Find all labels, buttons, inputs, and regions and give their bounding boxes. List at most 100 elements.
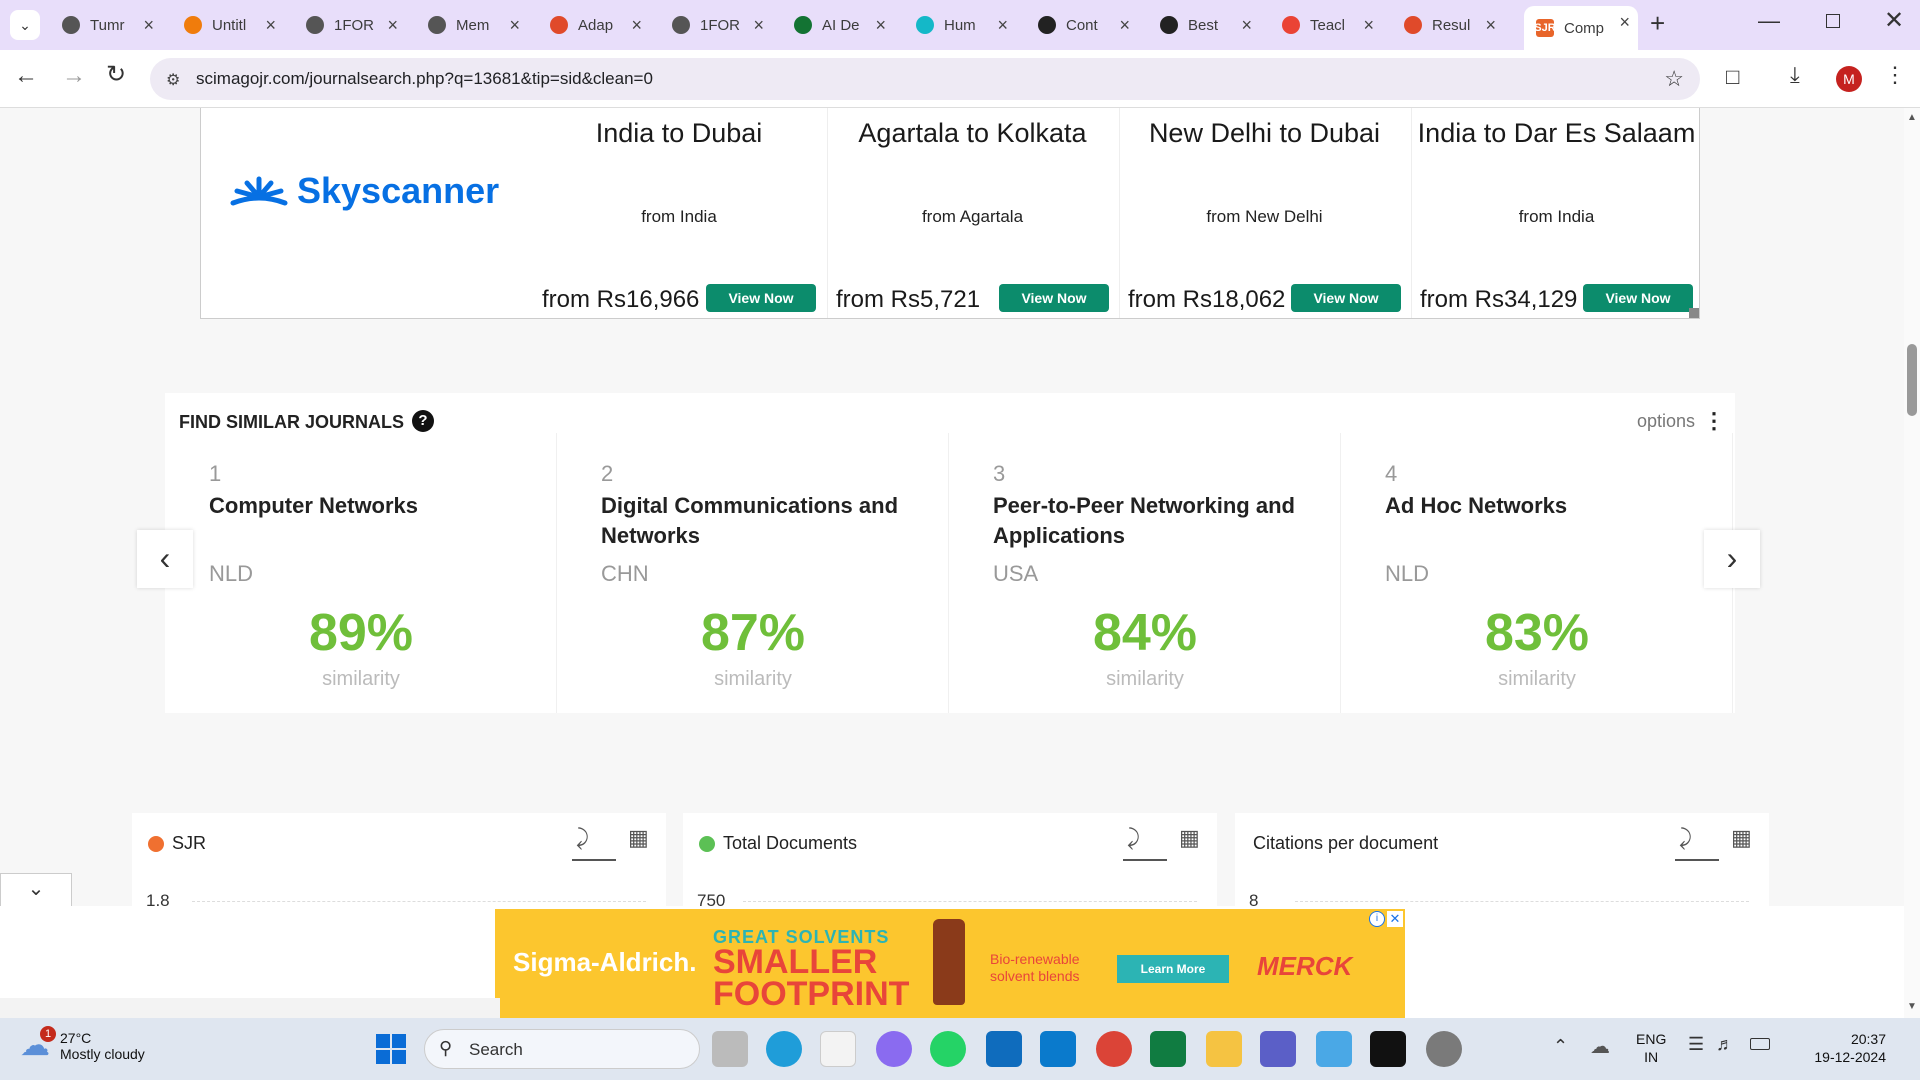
extensions-icon[interactable]: □ bbox=[1726, 64, 1739, 90]
bookmark-star-icon[interactable]: ☆ bbox=[1664, 66, 1684, 92]
close-tab-icon[interactable]: × bbox=[509, 16, 520, 34]
tab-search-button[interactable]: ⌄ bbox=[10, 10, 40, 40]
close-tab-icon[interactable]: × bbox=[753, 16, 764, 34]
search-input[interactable]: Search bbox=[469, 1040, 523, 1060]
taskbar-search-box[interactable]: ⚲ Search bbox=[424, 1029, 700, 1069]
journal-name[interactable]: Ad Hoc Networks bbox=[1385, 491, 1715, 521]
back-icon[interactable]: ← bbox=[14, 62, 38, 90]
weather-widget[interactable]: ☁ 1 27°C Mostly cloudy bbox=[20, 1026, 145, 1063]
language-indicator[interactable]: ENG IN bbox=[1636, 1030, 1666, 1066]
carousel-next-arrow[interactable]: › bbox=[1704, 530, 1760, 588]
scroll-thumb[interactable] bbox=[1907, 344, 1917, 416]
menu-icon[interactable]: ⋮ bbox=[1884, 62, 1906, 88]
whatsapp-icon[interactable] bbox=[930, 1031, 966, 1067]
tab-9[interactable]: Best × bbox=[1148, 9, 1260, 41]
close-tab-icon[interactable]: × bbox=[1619, 13, 1630, 31]
journal-name[interactable]: Computer Networks bbox=[209, 491, 539, 521]
teams-icon[interactable] bbox=[1260, 1031, 1296, 1067]
explorer-icon[interactable] bbox=[1206, 1031, 1242, 1067]
journal-name[interactable]: Peer-to-Peer Networking and Applications bbox=[993, 491, 1323, 551]
close-tab-icon[interactable]: × bbox=[1241, 16, 1252, 34]
flight-offer[interactable]: India to Dubai from India from Rs16,966 Vie… bbox=[534, 108, 824, 318]
tab-3[interactable]: Mem × bbox=[416, 9, 528, 41]
restore-button[interactable] bbox=[1826, 14, 1840, 28]
line-chart-icon[interactable]: ⤸ bbox=[1127, 825, 1140, 851]
minimize-button[interactable]: — bbox=[1758, 8, 1780, 34]
tab-4[interactable]: Adap × bbox=[538, 9, 650, 41]
journal-name[interactable]: Digital Communications and Networks bbox=[601, 491, 931, 551]
close-tab-icon[interactable]: × bbox=[997, 16, 1008, 34]
tab-8[interactable]: Cont × bbox=[1026, 9, 1138, 41]
view-now-button[interactable]: View Now bbox=[1583, 284, 1693, 312]
close-window-button[interactable]: ✕ bbox=[1884, 6, 1904, 35]
similar-journal-card[interactable]: 4 Ad Hoc Networks NLD 83% similarity bbox=[1341, 433, 1733, 713]
tab-2[interactable]: 1FOR × bbox=[294, 9, 406, 41]
download-icon[interactable]: ⤓ bbox=[1790, 62, 1800, 88]
similar-journal-card[interactable]: 1 Computer Networks NLD 89% similarity bbox=[165, 433, 557, 713]
close-tab-icon[interactable]: × bbox=[875, 16, 886, 34]
wifi-icon[interactable]: ☰ bbox=[1688, 1034, 1704, 1055]
carousel-prev-arrow[interactable]: ‹ bbox=[137, 530, 193, 588]
store-icon[interactable] bbox=[820, 1031, 856, 1067]
tab-10[interactable]: Teacl × bbox=[1270, 9, 1382, 41]
ad-close-icon[interactable]: ✕ bbox=[1387, 911, 1403, 927]
view-now-button[interactable]: View Now bbox=[706, 284, 816, 312]
skyscanner-ad[interactable]: Skyscanner India to Dubai from India from … bbox=[200, 108, 1700, 319]
close-tab-icon[interactable]: × bbox=[387, 16, 398, 34]
notepad-icon[interactable] bbox=[1316, 1031, 1352, 1067]
close-tab-icon[interactable]: × bbox=[1119, 16, 1130, 34]
tab-5[interactable]: 1FOR × bbox=[660, 9, 772, 41]
address-bar[interactable]: ⚙ scimagojr.com/journalsearch.php?q=1368… bbox=[150, 58, 1700, 100]
ad-choices-icon[interactable] bbox=[1689, 308, 1699, 318]
close-tab-icon[interactable]: × bbox=[143, 16, 154, 34]
new-tab-button[interactable]: + bbox=[1650, 8, 1665, 39]
tab-0[interactable]: Tumr × bbox=[50, 9, 162, 41]
flight-offer[interactable]: New Delhi to Dubai from New Delhi from Rs1… bbox=[1119, 108, 1409, 318]
start-button[interactable] bbox=[376, 1034, 406, 1064]
scroll-up-icon[interactable]: ▲ bbox=[1907, 112, 1917, 123]
chrome-icon[interactable] bbox=[1096, 1031, 1132, 1067]
scroll-down-icon[interactable]: ▼ bbox=[1907, 1001, 1917, 1012]
close-tab-icon[interactable]: × bbox=[1485, 16, 1496, 34]
battery-icon[interactable] bbox=[1750, 1038, 1770, 1050]
outlook-icon[interactable] bbox=[986, 1031, 1022, 1067]
ad-info-icon[interactable]: i bbox=[1369, 911, 1385, 927]
tab-11[interactable]: Resul × bbox=[1392, 9, 1504, 41]
line-chart-icon[interactable]: ⤸ bbox=[1679, 825, 1692, 851]
excel-icon[interactable] bbox=[1150, 1031, 1186, 1067]
view-now-button[interactable]: View Now bbox=[999, 284, 1109, 312]
settings-icon[interactable] bbox=[1426, 1031, 1462, 1067]
table-view-icon[interactable]: ▦ bbox=[1731, 825, 1752, 851]
similar-journal-card[interactable]: 2 Digital Communications and Networks CHN 8… bbox=[557, 433, 949, 713]
flight-offer[interactable]: India to Dar Es Salaam from India from Rs3… bbox=[1411, 108, 1701, 318]
avatar[interactable]: M bbox=[1836, 66, 1862, 92]
site-info-icon[interactable]: ⚙ bbox=[166, 70, 180, 90]
learn-more-button[interactable]: Learn More bbox=[1117, 955, 1229, 983]
flight-offer[interactable]: Agartala to Kolkata from Agartala from Rs5… bbox=[827, 108, 1117, 318]
similar-journal-card[interactable]: 3 Peer-to-Peer Networking and Application… bbox=[949, 433, 1341, 713]
table-view-icon[interactable]: ▦ bbox=[628, 825, 649, 851]
close-tab-icon[interactable]: × bbox=[265, 16, 276, 34]
file-manager-icon[interactable] bbox=[712, 1031, 748, 1067]
tab-1[interactable]: Untitl × bbox=[172, 9, 284, 41]
tray-chevron-icon[interactable]: ⌃ bbox=[1553, 1036, 1568, 1057]
view-now-button[interactable]: View Now bbox=[1291, 284, 1401, 312]
skyscanner-logo[interactable]: Skyscanner bbox=[229, 170, 499, 212]
collapse-drawer-button[interactable]: ⌄ bbox=[0, 873, 72, 906]
vscode-icon[interactable] bbox=[1040, 1031, 1076, 1067]
tab-12[interactable]: SJR Comp × bbox=[1524, 6, 1638, 50]
table-view-icon[interactable]: ▦ bbox=[1179, 825, 1200, 851]
capcut-icon[interactable] bbox=[1370, 1031, 1406, 1067]
close-tab-icon[interactable]: × bbox=[1363, 16, 1374, 34]
close-tab-icon[interactable]: × bbox=[631, 16, 642, 34]
options-button[interactable]: options ⋮ bbox=[1637, 408, 1725, 434]
page-scrollbar[interactable]: ▲ ▼ bbox=[1904, 108, 1920, 1018]
line-chart-icon[interactable]: ⤸ bbox=[576, 825, 589, 851]
volume-icon[interactable]: ♬ bbox=[1716, 1034, 1734, 1055]
reload-icon[interactable]: ↻ bbox=[106, 60, 126, 89]
copilot-icon[interactable] bbox=[876, 1031, 912, 1067]
tab-6[interactable]: AI De × bbox=[782, 9, 894, 41]
tab-7[interactable]: Hum × bbox=[904, 9, 1016, 41]
url-text[interactable]: scimagojr.com/journalsearch.php?q=13681&… bbox=[196, 69, 653, 89]
clock[interactable]: 20:37 19-12-2024 bbox=[1786, 1030, 1886, 1066]
